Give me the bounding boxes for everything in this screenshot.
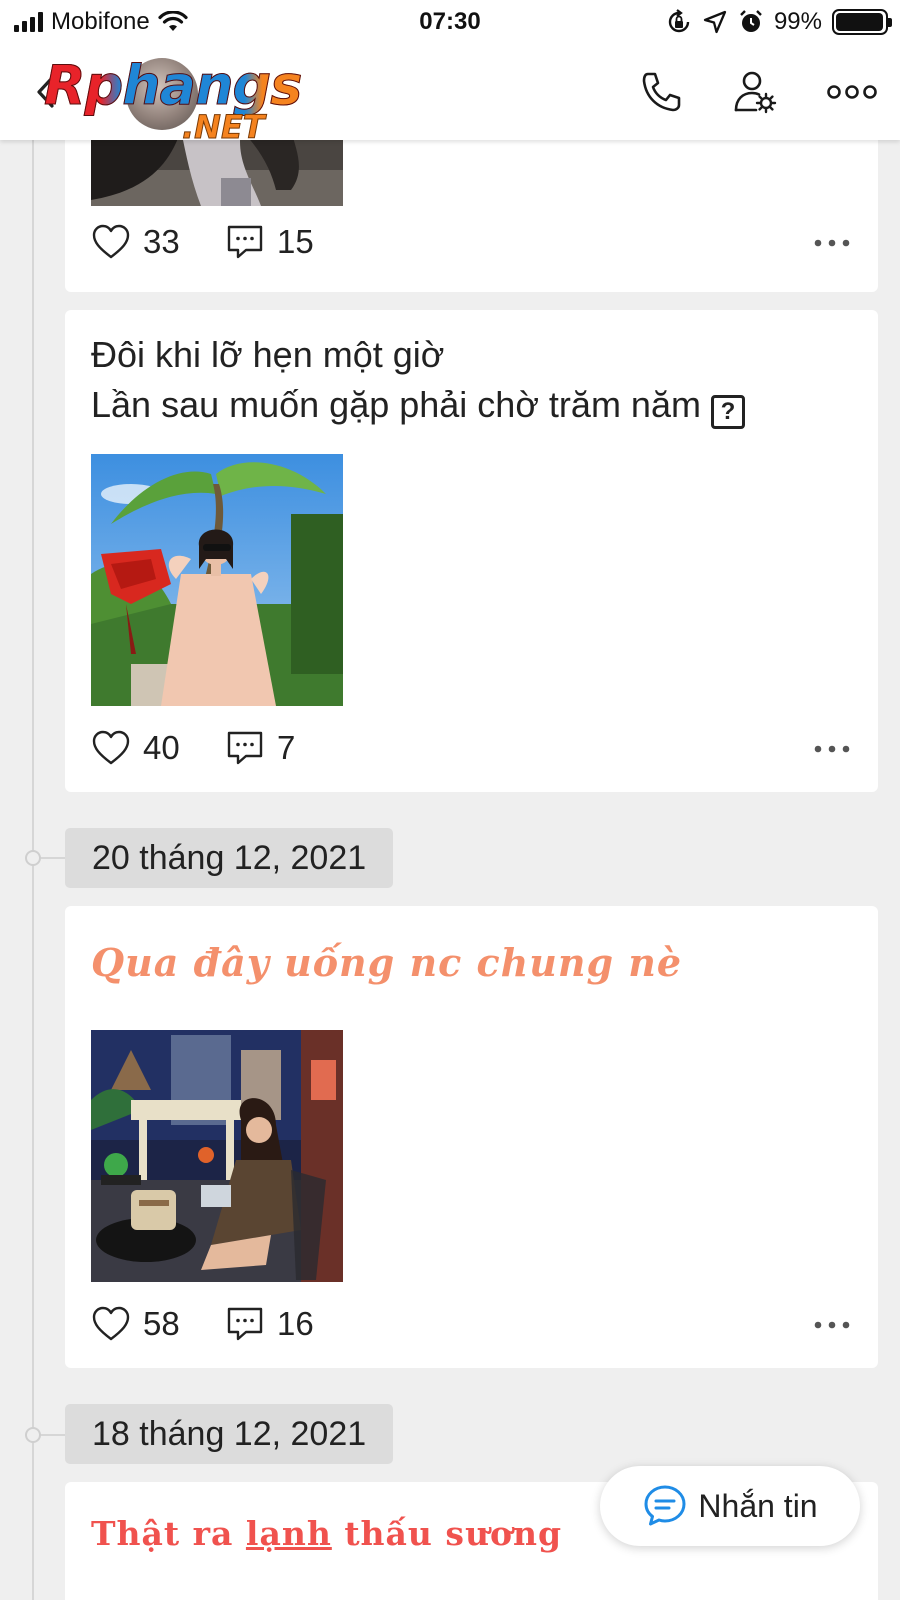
like-button[interactable]: 33 <box>91 222 180 262</box>
timeline-dot <box>25 1427 41 1443</box>
like-count: 40 <box>143 729 180 766</box>
post-text-part: thấu sương <box>331 1514 563 1553</box>
heart-icon <box>92 730 130 765</box>
post-text-underlined: lạnh <box>245 1514 332 1553</box>
comment-button[interactable]: 15 <box>225 222 314 262</box>
post-text-line: Đôi khi lỡ hẹn một giờ <box>91 334 445 375</box>
message-button-label: Nhắn tin <box>698 1487 818 1524</box>
post-more-icon[interactable] <box>812 228 852 258</box>
date-chip: 18 tháng 12, 2021 <box>65 1404 394 1464</box>
timeline-line <box>32 140 34 1600</box>
timeline-dot <box>25 850 41 866</box>
comment-icon <box>227 731 263 765</box>
unknown-character-icon: ? <box>710 395 745 429</box>
comment-icon <box>227 1307 263 1341</box>
like-count: 58 <box>143 1305 180 1342</box>
post-more-icon[interactable] <box>812 734 852 764</box>
like-button[interactable]: 40 <box>91 728 180 768</box>
post-card: 33 15 <box>65 130 878 292</box>
status-right: 99% <box>666 8 892 36</box>
app-header: Rphangs .NET <box>0 44 900 147</box>
post-text-line: Lần sau muốn gặp phải chờ trăm năm ? <box>91 380 745 430</box>
post-text-part: Thật ra <box>91 1514 246 1553</box>
battery-level <box>836 13 883 31</box>
more-icon[interactable] <box>826 74 878 110</box>
chat-bubble-icon <box>644 1485 686 1526</box>
status-bar: Mobifone 07:30 99% <box>0 0 900 44</box>
heart-icon <box>92 224 130 259</box>
comment-count: 15 <box>277 223 314 260</box>
post-more-icon[interactable] <box>812 1310 852 1340</box>
rotation-lock-icon <box>668 9 690 33</box>
comment-button[interactable]: 7 <box>225 728 295 768</box>
post-text: Qua đây uống nc chung nè <box>91 940 683 985</box>
comment-button[interactable]: 16 <box>225 1304 314 1344</box>
post-text: Đôi khi lỡ hẹn một giờ Lần sau muốn gặp … <box>91 330 745 430</box>
post-card: Qua đây uống nc chung nè 58 16 <box>65 906 878 1368</box>
user-settings-icon[interactable] <box>732 68 780 116</box>
like-count: 33 <box>143 223 180 260</box>
site-logo: Rphangs .NET <box>43 54 324 147</box>
location-arrow-icon <box>703 10 727 34</box>
post-actions: 58 16 <box>91 1304 852 1348</box>
comment-count: 16 <box>277 1305 314 1342</box>
comment-icon <box>227 225 263 259</box>
post-actions: 33 15 <box>91 222 852 266</box>
post-actions: 40 7 <box>91 728 852 772</box>
phone-icon[interactable] <box>638 68 686 116</box>
timeline-tick <box>40 1434 65 1436</box>
post-photo[interactable] <box>91 1030 343 1282</box>
timeline-tick <box>40 857 65 859</box>
post-text: Thật ra lạnh thấu sương <box>91 1514 562 1553</box>
message-button[interactable]: Nhắn tin <box>600 1466 860 1546</box>
battery-percent: 99% <box>773 8 822 35</box>
logo-suffix: .NET <box>182 108 266 147</box>
battery-icon <box>832 9 892 35</box>
post-text-line2: Lần sau muốn gặp phải chờ trăm năm <box>91 384 701 425</box>
alarm-icon <box>740 10 762 32</box>
post-card: Đôi khi lỡ hẹn một giờ Lần sau muốn gặp … <box>65 310 878 792</box>
post-photo[interactable] <box>91 454 343 706</box>
like-button[interactable]: 58 <box>91 1304 180 1344</box>
heart-icon <box>92 1306 130 1341</box>
comment-count: 7 <box>277 729 296 766</box>
date-chip: 20 tháng 12, 2021 <box>65 828 394 888</box>
